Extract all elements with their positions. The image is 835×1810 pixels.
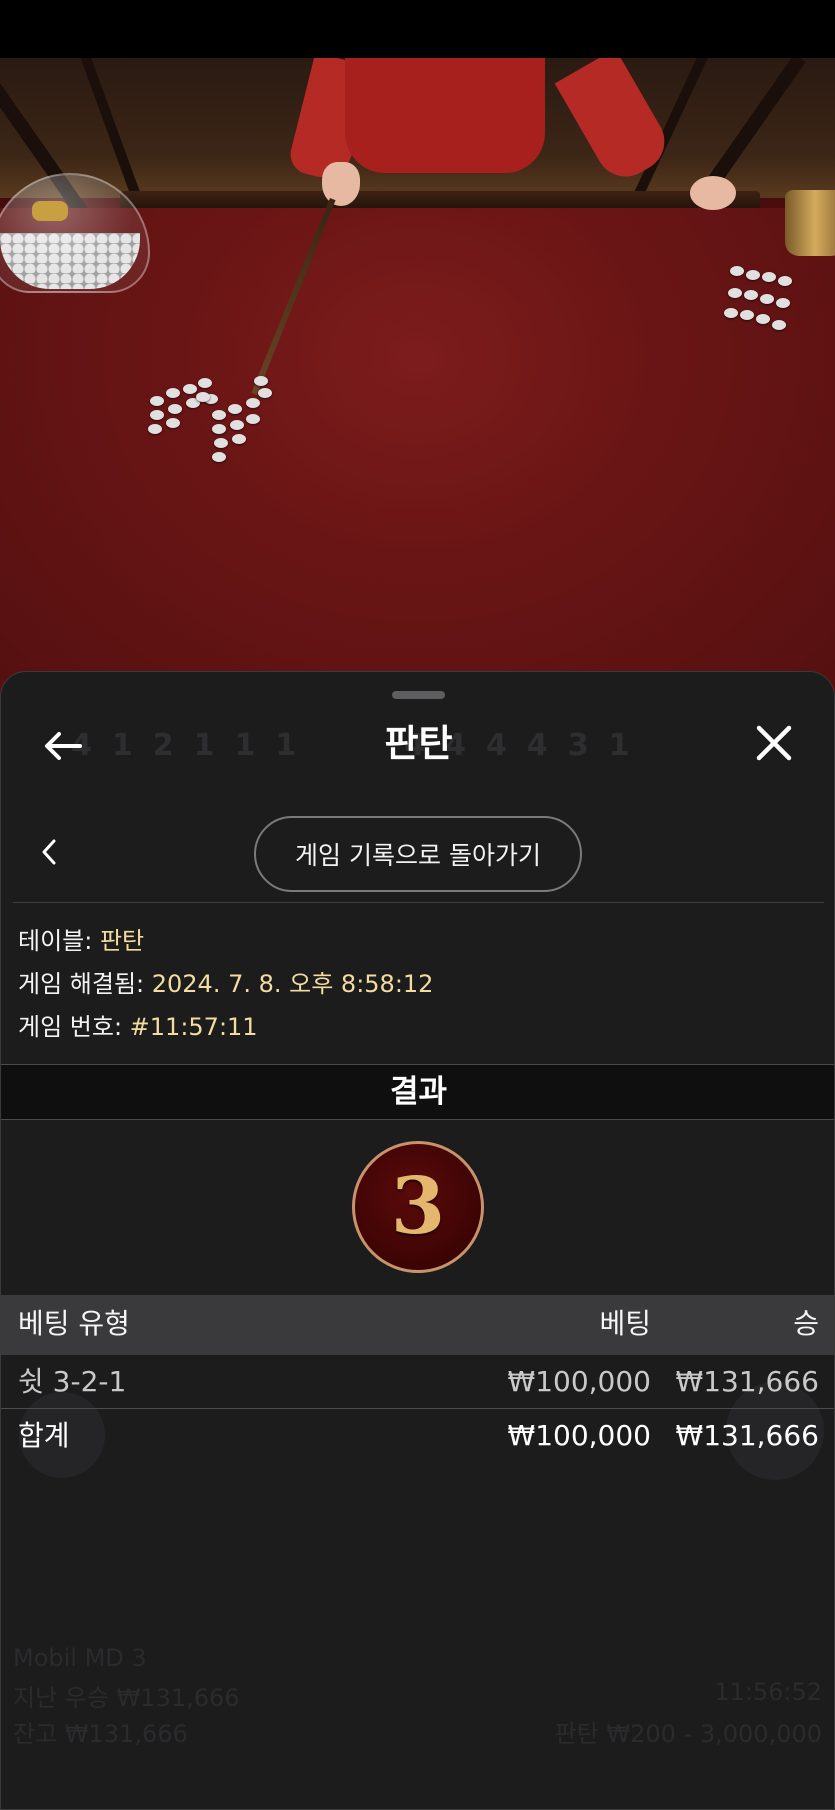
balance-faded: 잔고 ₩131,666 [13,1720,188,1748]
row-bet-amount: ₩100,000 [507,1365,651,1398]
total-win-amount: ₩131,666 [675,1419,819,1452]
header-bet: 베팅 [599,1307,651,1340]
status-bar [0,0,835,58]
history-digit: 1 [608,728,632,763]
close-icon[interactable] [749,718,799,768]
table-info: 테이블: 판탄 [18,924,144,958]
brass-cup [785,190,835,256]
game-detail-sheet: 4 1 2 1 1 1 4 4 4 4 3 1 판탄 게임 기록으로 돌아가기 … [0,671,835,1810]
dealer [345,58,545,173]
resolved-label: 게임 해결됨: [18,970,152,998]
table-value: 판탄 [99,927,145,955]
table-label: 테이블: [18,927,100,955]
history-digit: 1 [111,728,135,763]
history-digit: 1 [234,728,258,763]
row-win-amount: ₩131,666 [675,1365,819,1398]
history-digit: 2 [152,728,176,763]
sheet-drag-handle[interactable] [392,691,445,699]
header-bet-type: 베팅 유형 [18,1307,130,1340]
live-video-feed [0,58,835,698]
history-digit: 1 [193,728,217,763]
last-win-faded: 지난 우승 ₩131,666 [13,1684,240,1712]
game-number-value: #11:57:11 [129,1013,258,1041]
chevron-left-icon[interactable] [31,834,67,870]
dealer-hand [690,176,736,210]
table-row: 쉿 3-2-1 ₩100,000 ₩131,666 [1,1355,834,1409]
result-number-ball: 3 [352,1141,484,1273]
history-digit: 3 [567,728,591,763]
history-digit: 1 [275,728,299,763]
resolved-value: 2024. 7. 8. 오후 8:58:12 [151,970,434,998]
result-number: 3 [390,1161,446,1252]
back-to-history-button[interactable]: 게임 기록으로 돌아가기 [254,816,582,892]
divider [13,902,824,903]
dealer-hand [322,162,360,206]
total-row: 합계 ₩100,000 ₩131,666 [1,1409,834,1463]
player-name-faded: Mobil MD 3 [13,1644,147,1672]
timer-faded: 11:56:52 [714,1678,822,1706]
back-arrow-icon[interactable] [39,722,87,770]
total-label: 합계 [18,1419,70,1452]
game-number-info: 게임 번호: #11:57:11 [18,1010,258,1044]
bet-limits-faded: 판탄 ₩200 - 3,000,000 [554,1720,822,1748]
row-bet-type: 쉿 3-2-1 [18,1365,127,1398]
header-win: 승 [793,1307,819,1340]
game-number-label: 게임 번호: [18,1013,130,1041]
total-bet-amount: ₩100,000 [507,1419,651,1452]
dome-knob [32,201,68,221]
sheet-title: 판탄 [384,722,453,765]
bets-table-header: 베팅 유형 베팅 승 [1,1295,834,1355]
result-heading: 결과 [1,1064,834,1120]
resolved-info: 게임 해결됨: 2024. 7. 8. 오후 8:58:12 [18,967,433,1001]
